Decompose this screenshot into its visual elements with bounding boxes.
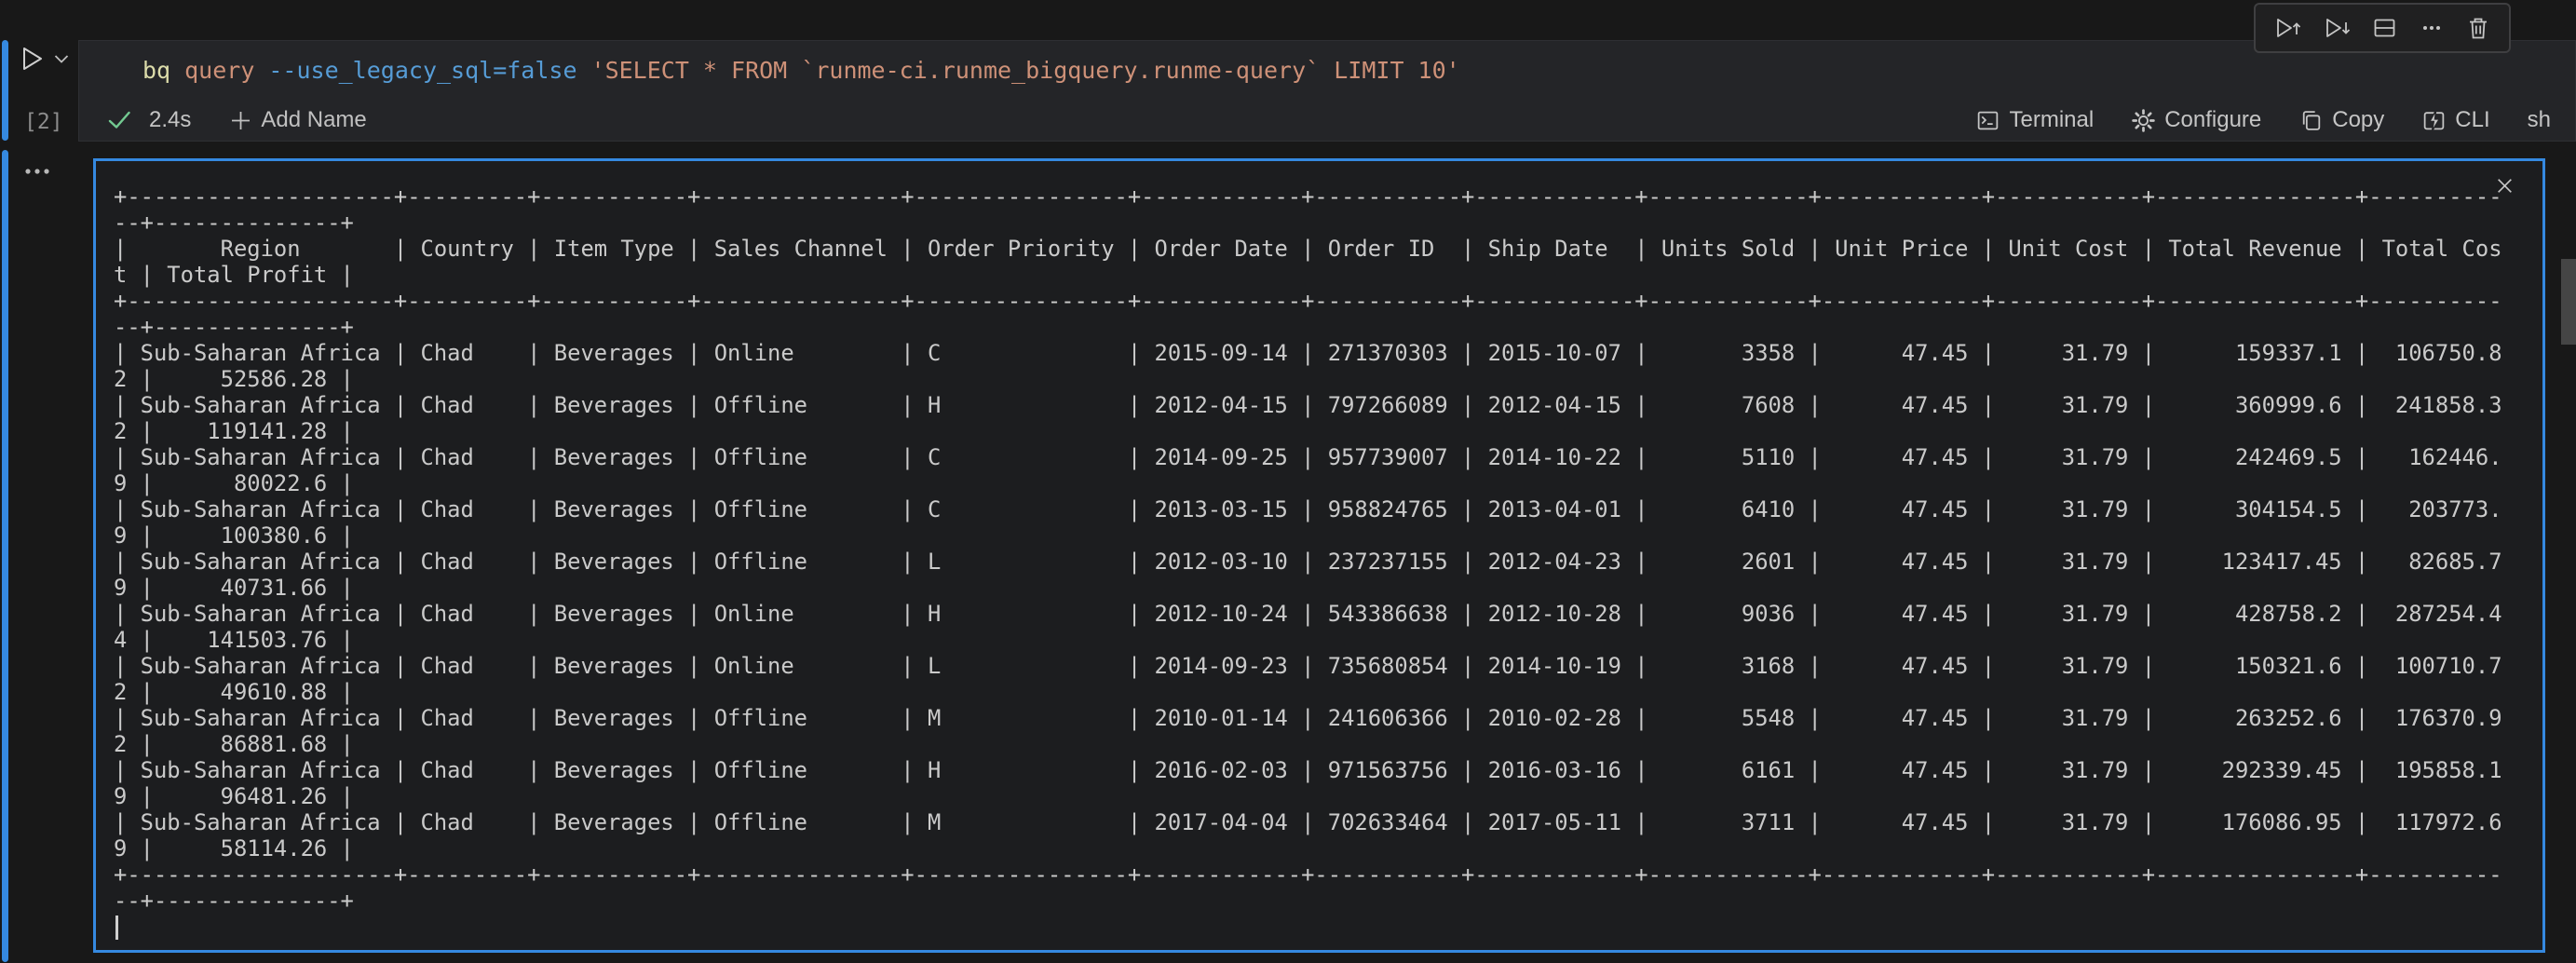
output-focus-bar [2,150,8,962]
terminal-line: | Sub-Saharan Africa | Chad | Beverages … [114,496,2535,522]
terminal-line: | Region | Country | Item Type | Sales C… [114,236,2535,262]
code-cell: bq query --use_legacy_sql=false 'SELECT … [78,40,2576,142]
close-icon [2495,176,2515,196]
terminal-line: 9 | 100380.6 | [114,522,2535,549]
terminal-lines: +--------------------+---------+--------… [114,183,2535,946]
terminal-line: | Sub-Saharan Africa | Chad | Beverages … [114,549,2535,575]
terminal-line: 2 | 52586.28 | [114,366,2535,392]
terminal-button[interactable]: Terminal [1975,107,2094,133]
terminal-line: 9 | 40731.66 | [114,575,2535,601]
command-query-string: 'SELECT * FROM `runme-ci.runme_bigquery.… [591,57,1460,84]
delete-cell-button[interactable] [2465,15,2491,42]
terminal-line: --+--------------+ [114,210,2535,236]
terminal-line: | Sub-Saharan Africa | Chad | Beverages … [114,809,2535,835]
output-more-actions-button[interactable] [22,166,52,177]
terminal-label: Terminal [2009,107,2094,133]
terminal-line: 2 | 49610.88 | [114,679,2535,705]
terminal-line: +--------------------+---------+--------… [114,183,2535,210]
terminal-line: 2 | 86881.68 | [114,731,2535,757]
terminal-line: --+--------------+ [114,888,2535,914]
more-actions-button[interactable] [2419,15,2445,41]
cli-label: CLI [2455,107,2489,133]
command-flag: --use_legacy_sql=false [268,57,576,84]
terminal-line: 9 | 96481.26 | [114,783,2535,809]
copy-button[interactable]: Copy [2298,107,2384,133]
terminal-line: | Sub-Saharan Africa | Chad | Beverages … [114,444,2535,470]
terminal-line: --+--------------+ [114,314,2535,340]
cli-button[interactable]: CLI [2421,107,2489,133]
cli-zap-icon [2421,108,2447,133]
code-editor[interactable]: bq query --use_legacy_sql=false 'SELECT … [79,41,2575,100]
execution-duration: 2.4s [149,107,191,133]
output-terminal[interactable]: +--------------------+---------+--------… [93,158,2545,953]
terminal-line: | Sub-Saharan Africa | Chad | Beverages … [114,757,2535,783]
ellipsis-icon [22,166,52,177]
copy-label: Copy [2332,107,2384,133]
add-name-label: Add Name [261,107,366,133]
terminal-line: +--------------------+---------+--------… [114,288,2535,314]
terminal-line: | Sub-Saharan Africa | Chad | Beverages … [114,705,2535,731]
terminal-line: 9 | 80022.6 | [114,470,2535,496]
terminal-line: | Sub-Saharan Africa | Chad | Beverages … [114,653,2535,679]
terminal-line: +--------------------+---------+--------… [114,861,2535,888]
gear-icon [2131,108,2156,133]
add-name-button[interactable]: Add Name [230,107,366,133]
cell-status-bar: 2.4s Add Name Terminal Co [79,100,2575,141]
split-cell-button[interactable] [2371,15,2398,41]
close-terminal-button[interactable] [2495,176,2515,196]
terminal-line: | Sub-Saharan Africa | Chad | Beverages … [114,340,2535,366]
copy-icon [2298,108,2324,133]
cell-status-actions: Terminal Configure Copy [1975,107,2551,133]
configure-label: Configure [2164,107,2261,133]
terminal-line: 9 | 58114.26 | [114,835,2535,861]
cell-toolbar [2254,3,2511,53]
execute-above-button[interactable] [2273,15,2302,42]
configure-button[interactable]: Configure [2131,107,2261,133]
command-program: bq [142,57,170,84]
scrollbar-thumb[interactable] [2561,259,2576,345]
terminal-line: 4 | 141503.76 | [114,627,2535,653]
run-cell-button[interactable] [19,45,69,73]
notebook: [2] bq query --use_legacy_sql=false 'SEL… [0,0,2576,963]
execution-count: [2] [24,110,63,134]
terminal-line: | Sub-Saharan Africa | Chad | Beverages … [114,601,2535,627]
terminal-icon [1975,108,2000,133]
terminal-line: t | Total Profit | [114,262,2535,288]
chevron-down-icon[interactable] [54,54,69,64]
play-icon [19,45,45,73]
plus-icon [230,110,251,131]
success-check-icon [107,110,132,130]
terminal-cursor [115,916,118,940]
terminal-line: 2 | 119141.28 | [114,418,2535,444]
terminal-line: | Sub-Saharan Africa | Chad | Beverages … [114,392,2535,418]
execute-below-button[interactable] [2323,15,2352,42]
command-subcommand: query [184,57,254,84]
cell-focus-bar [2,40,8,141]
language-label[interactable]: sh [2528,107,2551,133]
